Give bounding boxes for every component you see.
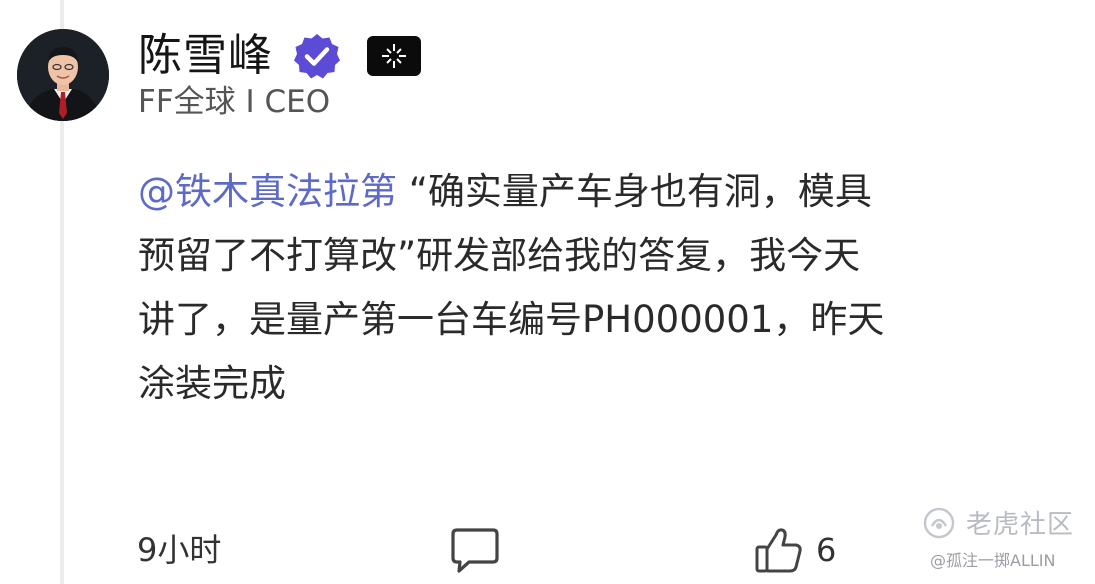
post-page: 陈雪峰 FF全球 I CEO @铁木真法拉第 “确实量产车身也有洞，模具 预留了…: [0, 0, 1095, 584]
mention-link[interactable]: @铁木真法拉第: [138, 170, 397, 213]
author-name[interactable]: 陈雪峰: [138, 26, 273, 86]
post-line-3: 讲了，是量产第一台车编号PH000001，昨天: [138, 298, 885, 341]
post-line-1: @铁木真法拉第 “确实量产车身也有洞，模具: [138, 160, 1038, 224]
watermark: 老虎社区 @孤注一掷ALLIN: [922, 504, 1092, 580]
like-count: 6: [816, 531, 837, 569]
author-subtitle: FF全球 I CEO: [138, 84, 331, 120]
name-row: 陈雪峰: [138, 26, 421, 86]
thumbs-up-icon: [755, 528, 802, 573]
watermark-row: 老虎社区: [922, 504, 1092, 541]
post-line-4: 涂装完成: [138, 362, 286, 405]
verified-icon: [294, 34, 340, 79]
avatar[interactable]: [17, 29, 109, 121]
ff-logo-icon: [367, 36, 421, 76]
comment-icon[interactable]: [449, 526, 501, 576]
like-button[interactable]: 6: [754, 524, 836, 576]
watermark-title: 老虎社区: [966, 510, 1075, 540]
post-header: 陈雪峰 FF全球 I CEO: [138, 26, 421, 121]
post-content: @铁木真法拉第 “确实量产车身也有洞，模具 预留了不打算改”研发部给我的答复，我…: [138, 160, 1038, 416]
tiger-logo-icon: [923, 507, 955, 538]
post-time: 9小时: [137, 531, 222, 569]
watermark-user: @孤注一掷ALLIN: [930, 551, 1056, 570]
post-line-2: 预留了不打算改”研发部给我的答复，我今天: [138, 234, 861, 277]
post-text-1: “确实量产车身也有洞，模具: [397, 170, 872, 213]
